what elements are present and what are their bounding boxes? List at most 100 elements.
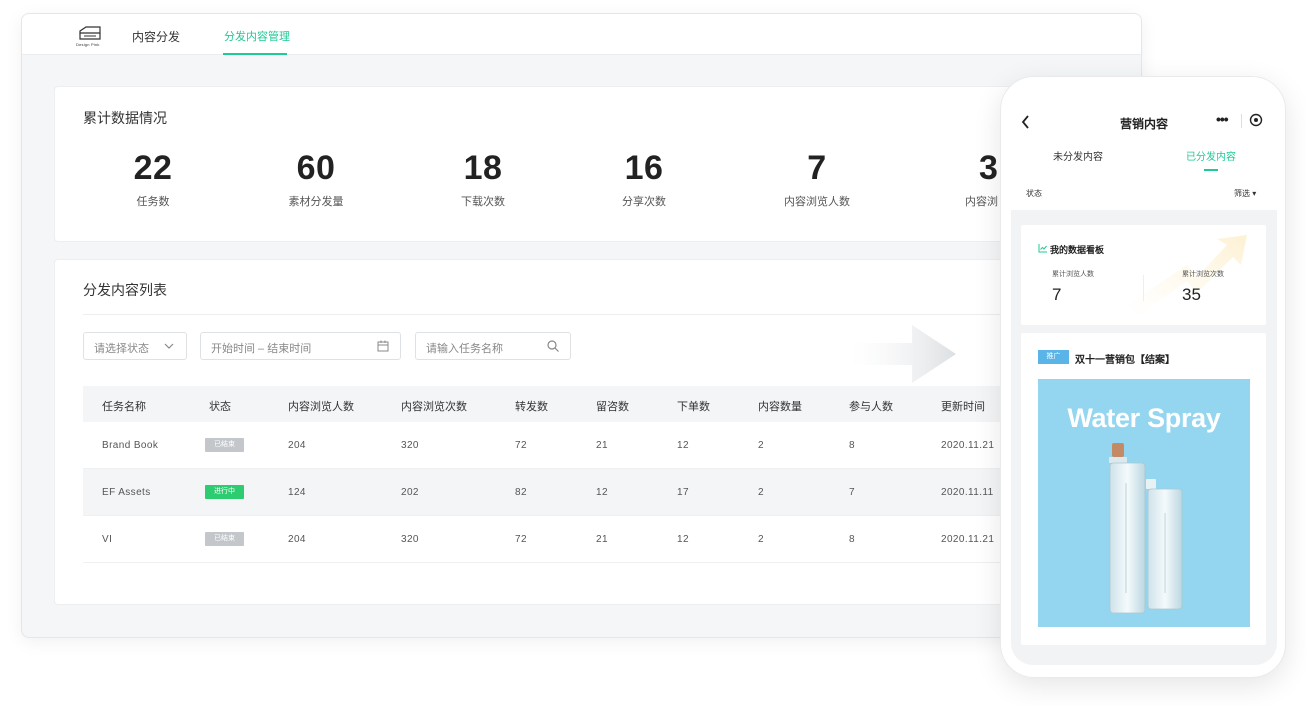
content-list-card: 分发内容列表 请选择状态 开始时间 – 结束时间 请输入任务名称 任务名称 状态… <box>54 259 1065 605</box>
cell-leads: 21 <box>596 440 608 451</box>
stat-label: 任务数 <box>136 196 170 208</box>
dashboard-title: 我的数据看板 <box>1050 245 1105 255</box>
date-range-picker[interactable]: 开始时间 – 结束时间 <box>200 332 401 360</box>
table-header: 任务名称 状态 内容浏览人数 内容浏览次数 转发数 留咨数 下单数 内容数量 参… <box>83 386 1065 422</box>
tab-active-indicator <box>1204 169 1218 171</box>
status-badge: 已结束 <box>205 438 244 452</box>
stat-tasks: 22 任务数 <box>73 149 233 209</box>
stat-value: 3 <box>979 149 999 187</box>
cell-updated: 2020.11.11 <box>941 487 994 498</box>
cell-forwards: 72 <box>515 440 527 451</box>
stat-materials: 60 素材分发量 <box>236 149 396 209</box>
cell-views-people: 204 <box>288 534 306 545</box>
divider <box>83 314 1065 315</box>
stat-value: 18 <box>463 149 503 187</box>
stat-shares: 16 分享次数 <box>564 149 724 209</box>
status-select[interactable]: 请选择状态 <box>83 332 187 360</box>
state-filter-label[interactable]: 状态 <box>1026 188 1042 199</box>
capsule-divider <box>1241 114 1242 128</box>
cell-orders: 17 <box>677 487 689 498</box>
stat-value: 7 <box>807 149 827 187</box>
admin-window: Design Pink 内容分发 分发内容管理 累计数据情况 22 任务数 60… <box>21 13 1142 638</box>
promo-image[interactable]: Water Spray <box>1038 379 1250 627</box>
cell-participants: 8 <box>849 440 855 451</box>
table-row[interactable]: EF Assets 进行中 124 202 82 12 17 2 7 2020.… <box>83 469 1065 516</box>
stat-views: 3 内容浏 <box>929 149 1009 209</box>
stat-label: 内容浏览人数 <box>784 196 850 208</box>
phone-screen: 营销内容 ••• 未分发内容 已分发内容 状态 筛选 ▾ 我的数据看板 累计浏览… <box>1011 77 1277 665</box>
col-content-count: 内容数量 <box>758 401 802 413</box>
metric-value-viewers: 7 <box>1052 285 1062 304</box>
mini-program-capsule: ••• <box>1208 110 1273 134</box>
cell-forwards: 82 <box>515 487 527 498</box>
cell-orders: 12 <box>677 440 689 451</box>
distribution-table: 任务名称 状态 内容浏览人数 内容浏览次数 转发数 留咨数 下单数 内容数量 参… <box>83 386 1065 563</box>
stat-value: 22 <box>133 149 173 187</box>
cell-views-count: 202 <box>401 487 419 498</box>
tab-distributed[interactable]: 已分发内容 <box>1186 148 1236 163</box>
col-task-name: 任务名称 <box>102 401 146 413</box>
cell-content-count: 2 <box>758 487 764 498</box>
task-name-placeholder: 请输入任务名称 <box>426 343 503 355</box>
filter-dropdown[interactable]: 筛选 ▾ <box>1234 188 1256 199</box>
nav-content-distribution[interactable]: 内容分发 <box>132 28 180 45</box>
cell-task-name: Brand Book <box>102 440 159 451</box>
stat-downloads: 18 下载次数 <box>403 149 563 209</box>
col-orders: 下单数 <box>677 401 710 413</box>
status-badge: 已结束 <box>205 532 244 546</box>
tab-undistributed[interactable]: 未分发内容 <box>1053 148 1103 163</box>
more-dots-icon[interactable]: ••• <box>1216 111 1229 127</box>
close-target-icon[interactable] <box>1249 113 1263 127</box>
chart-icon <box>1038 244 1047 253</box>
col-views-people: 内容浏览人数 <box>288 401 354 413</box>
cell-participants: 8 <box>849 534 855 545</box>
cell-updated: 2020.11.21 <box>941 440 995 451</box>
logo-text: Design Pink <box>76 42 100 47</box>
cell-views-count: 320 <box>401 440 419 451</box>
col-forwards: 转发数 <box>515 401 548 413</box>
cell-updated: 2020.11.21 <box>941 534 995 545</box>
cell-views-count: 320 <box>401 534 419 545</box>
metric-label-viewers: 累计浏览人数 <box>1052 271 1094 278</box>
list-title: 分发内容列表 <box>83 282 167 298</box>
promo-tag: 推广 <box>1038 350 1069 364</box>
metric-value-views: 35 <box>1182 285 1201 304</box>
spray-bottles-icon <box>1109 443 1183 614</box>
col-leads: 留咨数 <box>596 401 629 413</box>
cell-task-name: VI <box>102 534 113 545</box>
arrow-decoration-icon <box>850 325 956 383</box>
status-select-placeholder: 请选择状态 <box>94 343 149 355</box>
search-icon <box>547 340 559 352</box>
cell-content-count: 2 <box>758 440 764 451</box>
cell-task-name: EF Assets <box>102 487 151 498</box>
col-views-count: 内容浏览次数 <box>401 401 467 413</box>
promo-image-title: Water Spray <box>1067 403 1221 433</box>
table-row[interactable]: Brand Book 已结束 204 320 72 21 12 2 8 2020… <box>83 422 1065 469</box>
promo-content-card[interactable]: 推广 双十一营销包【结案】 Water Spray <box>1021 333 1266 645</box>
cell-participants: 7 <box>849 487 855 498</box>
metric-label-views: 累计浏览次数 <box>1182 271 1224 278</box>
stat-label: 分享次数 <box>622 196 666 208</box>
nav-distribution-management[interactable]: 分发内容管理 <box>224 28 290 44</box>
col-updated: 更新时间 <box>941 401 985 413</box>
stat-value: 16 <box>624 149 664 187</box>
stat-value: 60 <box>296 149 336 187</box>
col-participants: 参与人数 <box>849 401 893 413</box>
stat-label: 下载次数 <box>461 196 505 208</box>
date-range-placeholder: 开始时间 – 结束时间 <box>211 343 312 355</box>
task-name-search[interactable]: 请输入任务名称 <box>415 332 571 360</box>
data-dashboard-card[interactable]: 我的数据看板 累计浏览人数 累计浏览次数 7 35 <box>1021 225 1266 325</box>
cell-views-people: 204 <box>288 440 306 451</box>
cell-forwards: 72 <box>515 534 527 545</box>
cell-leads: 12 <box>596 487 608 498</box>
cell-orders: 12 <box>677 534 689 545</box>
phone-header: 营销内容 ••• 未分发内容 已分发内容 状态 筛选 ▾ <box>1011 77 1277 210</box>
top-nav-bar: Design Pink 内容分发 分发内容管理 <box>22 14 1141 55</box>
table-row[interactable]: VI 已结束 204 320 72 21 12 2 8 2020.11.21 <box>83 516 1065 563</box>
cell-content-count: 2 <box>758 534 764 545</box>
stats-card: 累计数据情况 22 任务数 60 素材分发量 18 下载次数 16 分享次数 7… <box>54 86 1064 242</box>
nav-active-indicator <box>223 53 287 55</box>
promo-title: 双十一营销包【结案】 <box>1075 355 1175 366</box>
calendar-icon <box>377 340 389 352</box>
stat-viewers: 7 内容浏览人数 <box>737 149 897 209</box>
